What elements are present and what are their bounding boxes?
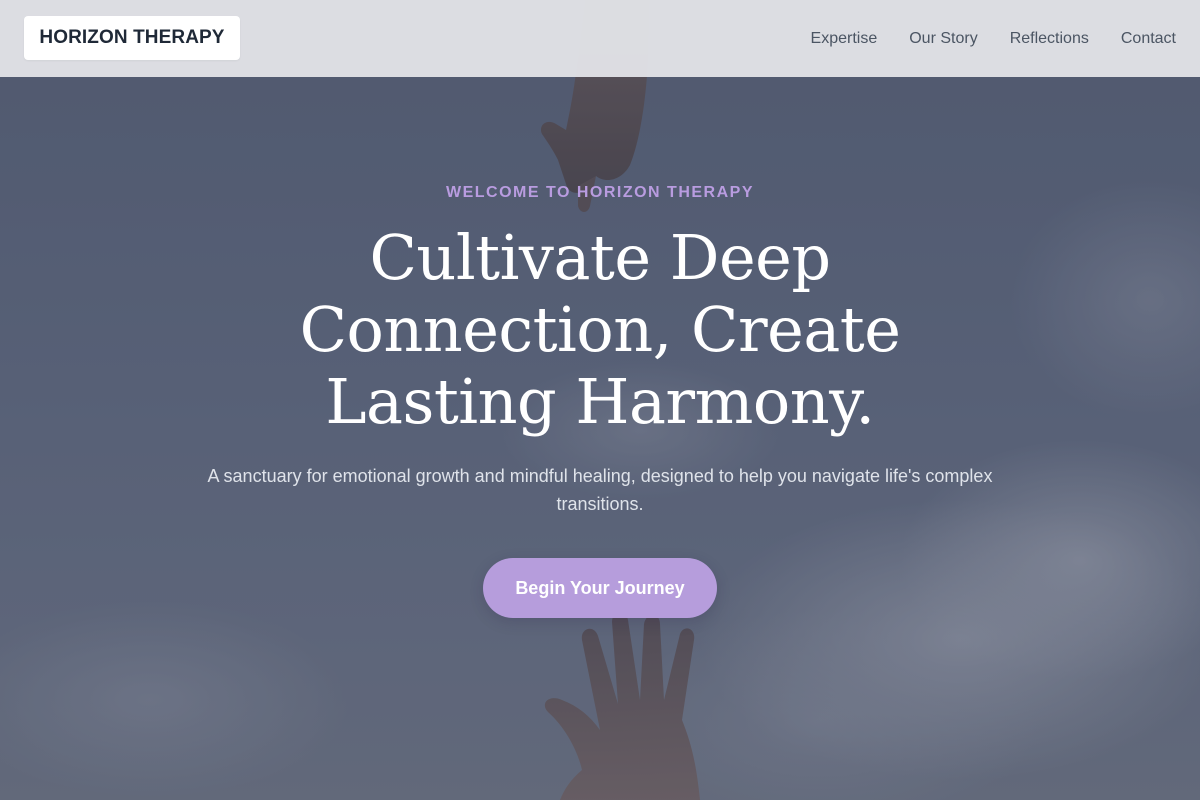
main-nav: Expertise Our Story Reflections Contact (779, 0, 1176, 77)
logo[interactable]: HORIZON THERAPY (24, 16, 240, 60)
nav-link-expertise[interactable]: Expertise (811, 30, 878, 48)
hero-subtext: A sanctuary for emotional growth and min… (207, 466, 993, 514)
nav-link-our-story[interactable]: Our Story (909, 30, 977, 48)
hero-headline: Cultivate Deep Connection, Create Lastin… (299, 221, 901, 438)
begin-journey-button[interactable]: Begin Your Journey (483, 558, 717, 618)
nav-link-reflections[interactable]: Reflections (1010, 30, 1089, 48)
page: HORIZON THERAPY Expertise Our Story Refl… (0, 0, 1200, 800)
hero-eyebrow: WELCOME TO HORIZON THERAPY (445, 184, 755, 201)
site-header: HORIZON THERAPY Expertise Our Story Refl… (0, 0, 1200, 77)
nav-link-contact[interactable]: Contact (1121, 30, 1176, 48)
